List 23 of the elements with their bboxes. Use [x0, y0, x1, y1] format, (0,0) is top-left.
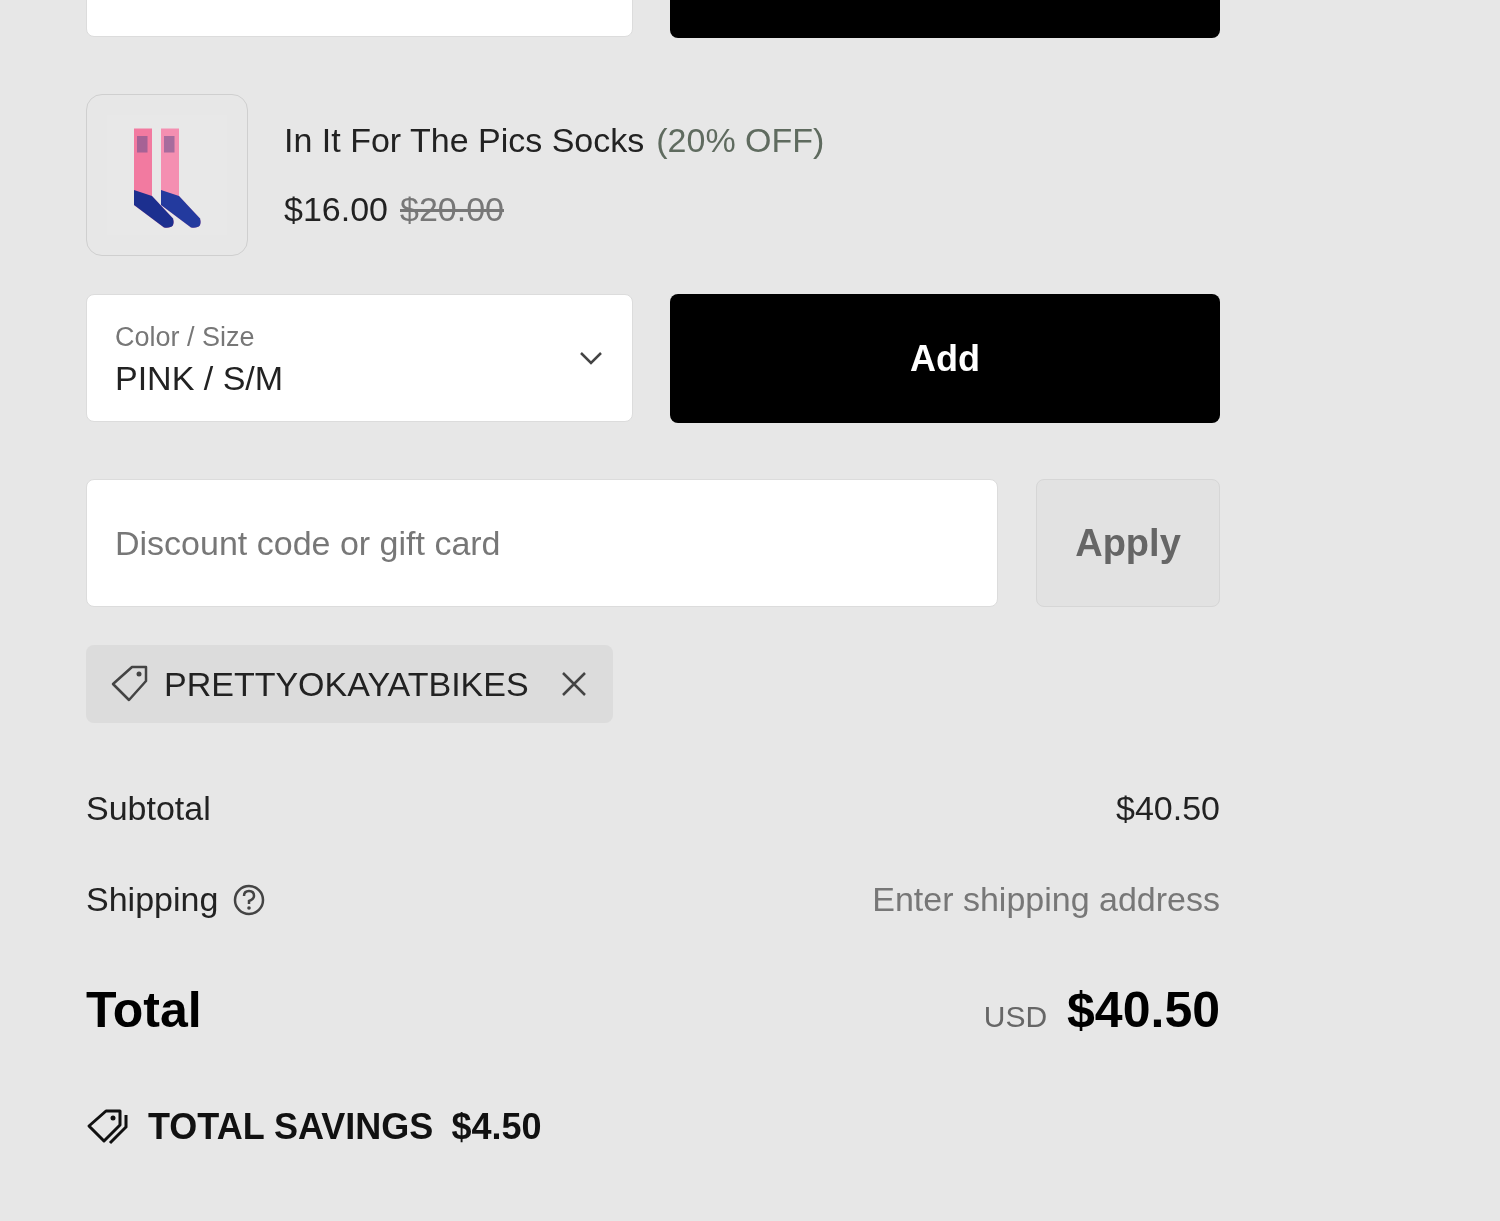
add-button[interactable]: Add	[670, 294, 1220, 423]
total-value: $40.50	[1067, 981, 1220, 1040]
product-name: In It For The Pics Socks	[284, 120, 645, 161]
variant-select[interactable]: Color / Size PINK / S/M	[86, 294, 633, 422]
apply-button[interactable]: Apply	[1036, 479, 1220, 607]
currency-code: USD	[983, 999, 1048, 1035]
total-label: Total	[86, 981, 202, 1040]
product-price: $16.00	[284, 189, 388, 230]
chevron-down-icon	[578, 350, 604, 366]
discount-code: PRETTYOKAYATBIKES	[164, 663, 529, 705]
subtotal-label: Subtotal	[86, 788, 211, 829]
savings-amount: $4.50	[451, 1105, 542, 1149]
help-icon[interactable]	[232, 882, 267, 917]
savings-label: TOTAL SAVINGS	[148, 1105, 434, 1149]
close-icon	[560, 671, 587, 697]
discount-field[interactable]: Discount code or gift card	[86, 479, 998, 607]
tag-icon	[110, 664, 150, 704]
original-price: $20.00	[400, 189, 504, 230]
shipping-value: Enter shipping address	[872, 879, 1220, 920]
shipping-label: Shipping	[86, 879, 219, 920]
subtotal-value: $40.50	[1116, 788, 1220, 829]
discount-percent: (20% OFF)	[656, 120, 825, 161]
tags-icon	[86, 1107, 130, 1147]
